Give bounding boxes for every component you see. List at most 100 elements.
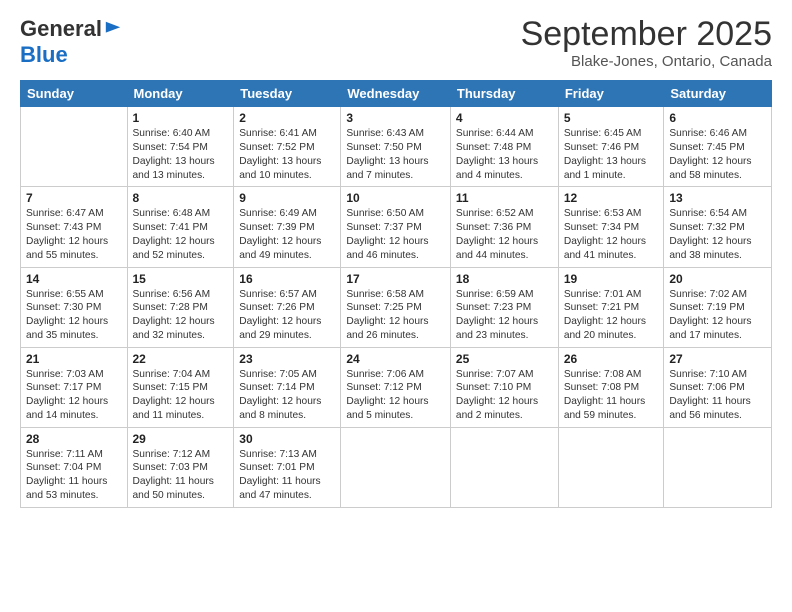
day-detail: Sunrise: 7:13 AMSunset: 7:01 PMDaylight:… — [239, 448, 335, 503]
calendar-week-row: 21Sunrise: 7:03 AMSunset: 7:17 PMDayligh… — [21, 347, 772, 427]
daylight-text-cont: and 56 minutes. — [669, 409, 766, 423]
calendar-cell: 16Sunrise: 6:57 AMSunset: 7:26 PMDayligh… — [234, 267, 341, 347]
header: General Blue September 2025 Blake-Jones,… — [20, 16, 772, 70]
sunrise-text: Sunrise: 7:07 AM — [456, 368, 553, 382]
daylight-text: Daylight: 13 hours — [133, 155, 229, 169]
daylight-text: Daylight: 13 hours — [239, 155, 335, 169]
calendar-week-row: 7Sunrise: 6:47 AMSunset: 7:43 PMDaylight… — [21, 187, 772, 267]
calendar-cell — [21, 107, 128, 187]
sunset-text: Sunset: 7:04 PM — [26, 461, 122, 475]
daylight-text: Daylight: 12 hours — [346, 315, 445, 329]
daylight-text-cont: and 8 minutes. — [239, 409, 335, 423]
day-detail: Sunrise: 6:46 AMSunset: 7:45 PMDaylight:… — [669, 127, 766, 182]
logo-blue-text: Blue — [20, 42, 68, 68]
calendar-cell: 14Sunrise: 6:55 AMSunset: 7:30 PMDayligh… — [21, 267, 128, 347]
sunrise-text: Sunrise: 7:03 AM — [26, 368, 122, 382]
day-number: 10 — [346, 191, 445, 205]
day-number: 27 — [669, 352, 766, 366]
sunrise-text: Sunrise: 6:57 AM — [239, 288, 335, 302]
sunrise-text: Sunrise: 7:02 AM — [669, 288, 766, 302]
calendar-cell: 5 Sunrise: 6:45 AMSunset: 7:46 PMDaylight… — [558, 107, 664, 187]
day-detail: Sunrise: 6:44 AMSunset: 7:48 PMDaylight:… — [456, 127, 553, 182]
day-number: 18 — [456, 272, 553, 286]
daylight-text: Daylight: 11 hours — [564, 395, 659, 409]
day-number: 5 — [564, 111, 659, 125]
calendar-cell: 20Sunrise: 7:02 AMSunset: 7:19 PMDayligh… — [664, 267, 772, 347]
daylight-text-cont: and 4 minutes. — [456, 169, 553, 183]
daylight-text-cont: and 1 minute. — [564, 169, 659, 183]
calendar-cell: 7Sunrise: 6:47 AMSunset: 7:43 PMDaylight… — [21, 187, 128, 267]
day-detail: Sunrise: 7:04 AMSunset: 7:15 PMDaylight:… — [133, 368, 229, 423]
daylight-text: Daylight: 11 hours — [239, 475, 335, 489]
sunset-text: Sunset: 7:52 PM — [239, 141, 335, 155]
day-number: 25 — [456, 352, 553, 366]
day-number: 22 — [133, 352, 229, 366]
day-number: 24 — [346, 352, 445, 366]
sunset-text: Sunset: 7:39 PM — [239, 221, 335, 235]
daylight-text-cont: and 11 minutes. — [133, 409, 229, 423]
daylight-text: Daylight: 12 hours — [26, 315, 122, 329]
day-detail: Sunrise: 7:10 AMSunset: 7:06 PMDaylight:… — [669, 368, 766, 423]
sunrise-text: Sunrise: 7:10 AM — [669, 368, 766, 382]
daylight-text: Daylight: 13 hours — [456, 155, 553, 169]
day-detail: Sunrise: 7:12 AMSunset: 7:03 PMDaylight:… — [133, 448, 229, 503]
calendar-cell: 4Sunrise: 6:44 AMSunset: 7:48 PMDaylight… — [450, 107, 558, 187]
daylight-text-cont: and 14 minutes. — [26, 409, 122, 423]
calendar-cell — [341, 427, 451, 507]
daylight-text-cont: and 5 minutes. — [346, 409, 445, 423]
day-number: 13 — [669, 191, 766, 205]
logo-flag-icon — [104, 20, 122, 38]
calendar-cell: 13Sunrise: 6:54 AMSunset: 7:32 PMDayligh… — [664, 187, 772, 267]
day-number: 26 — [564, 352, 659, 366]
calendar-cell — [558, 427, 664, 507]
daylight-text: Daylight: 12 hours — [346, 395, 445, 409]
sunset-text: Sunset: 7:48 PM — [456, 141, 553, 155]
daylight-text-cont: and 55 minutes. — [26, 249, 122, 263]
sunrise-text: Sunrise: 6:47 AM — [26, 207, 122, 221]
calendar-cell: 28Sunrise: 7:11 AMSunset: 7:04 PMDayligh… — [21, 427, 128, 507]
sunset-text: Sunset: 7:36 PM — [456, 221, 553, 235]
daylight-text: Daylight: 12 hours — [26, 235, 122, 249]
calendar-week-row: 14Sunrise: 6:55 AMSunset: 7:30 PMDayligh… — [21, 267, 772, 347]
daylight-text-cont: and 38 minutes. — [669, 249, 766, 263]
daylight-text-cont: and 49 minutes. — [239, 249, 335, 263]
calendar-cell: 17Sunrise: 6:58 AMSunset: 7:25 PMDayligh… — [341, 267, 451, 347]
sunrise-text: Sunrise: 6:45 AM — [564, 127, 659, 141]
sunset-text: Sunset: 7:19 PM — [669, 301, 766, 315]
day-number: 8 — [133, 191, 229, 205]
daylight-text: Daylight: 12 hours — [239, 395, 335, 409]
daylight-text: Daylight: 12 hours — [669, 235, 766, 249]
calendar-cell: 29Sunrise: 7:12 AMSunset: 7:03 PMDayligh… — [127, 427, 234, 507]
sunrise-text: Sunrise: 6:59 AM — [456, 288, 553, 302]
header-saturday: Saturday — [664, 81, 772, 107]
day-number: 1 — [133, 111, 229, 125]
sunset-text: Sunset: 7:25 PM — [346, 301, 445, 315]
day-detail: Sunrise: 6:48 AMSunset: 7:41 PMDaylight:… — [133, 207, 229, 262]
sunrise-text: Sunrise: 7:04 AM — [133, 368, 229, 382]
calendar-header-row: Sunday Monday Tuesday Wednesday Thursday… — [21, 81, 772, 107]
calendar-cell: 24Sunrise: 7:06 AMSunset: 7:12 PMDayligh… — [341, 347, 451, 427]
day-number: 16 — [239, 272, 335, 286]
day-number: 12 — [564, 191, 659, 205]
sunset-text: Sunset: 7:37 PM — [346, 221, 445, 235]
day-detail: Sunrise: 6:45 AMSunset: 7:46 PMDaylight:… — [564, 127, 659, 182]
daylight-text-cont: and 23 minutes. — [456, 329, 553, 343]
day-number: 30 — [239, 432, 335, 446]
calendar-cell: 9Sunrise: 6:49 AMSunset: 7:39 PMDaylight… — [234, 187, 341, 267]
calendar-week-row: 1Sunrise: 6:40 AMSunset: 7:54 PMDaylight… — [21, 107, 772, 187]
day-detail: Sunrise: 7:08 AMSunset: 7:08 PMDaylight:… — [564, 368, 659, 423]
day-detail: Sunrise: 7:01 AMSunset: 7:21 PMDaylight:… — [564, 288, 659, 343]
daylight-text: Daylight: 12 hours — [456, 315, 553, 329]
calendar-cell: 6Sunrise: 6:46 AMSunset: 7:45 PMDaylight… — [664, 107, 772, 187]
daylight-text-cont: and 10 minutes. — [239, 169, 335, 183]
day-detail: Sunrise: 7:07 AMSunset: 7:10 PMDaylight:… — [456, 368, 553, 423]
calendar-cell: 30 Sunrise: 7:13 AMSunset: 7:01 PMDayligh… — [234, 427, 341, 507]
sunset-text: Sunset: 7:21 PM — [564, 301, 659, 315]
sunset-text: Sunset: 7:41 PM — [133, 221, 229, 235]
calendar-cell: 18Sunrise: 6:59 AMSunset: 7:23 PMDayligh… — [450, 267, 558, 347]
calendar-cell: 15Sunrise: 6:56 AMSunset: 7:28 PMDayligh… — [127, 267, 234, 347]
daylight-text: Daylight: 12 hours — [564, 235, 659, 249]
calendar-cell: 3Sunrise: 6:43 AMSunset: 7:50 PMDaylight… — [341, 107, 451, 187]
daylight-text: Daylight: 12 hours — [133, 315, 229, 329]
location: Blake-Jones, Ontario, Canada — [521, 53, 772, 70]
